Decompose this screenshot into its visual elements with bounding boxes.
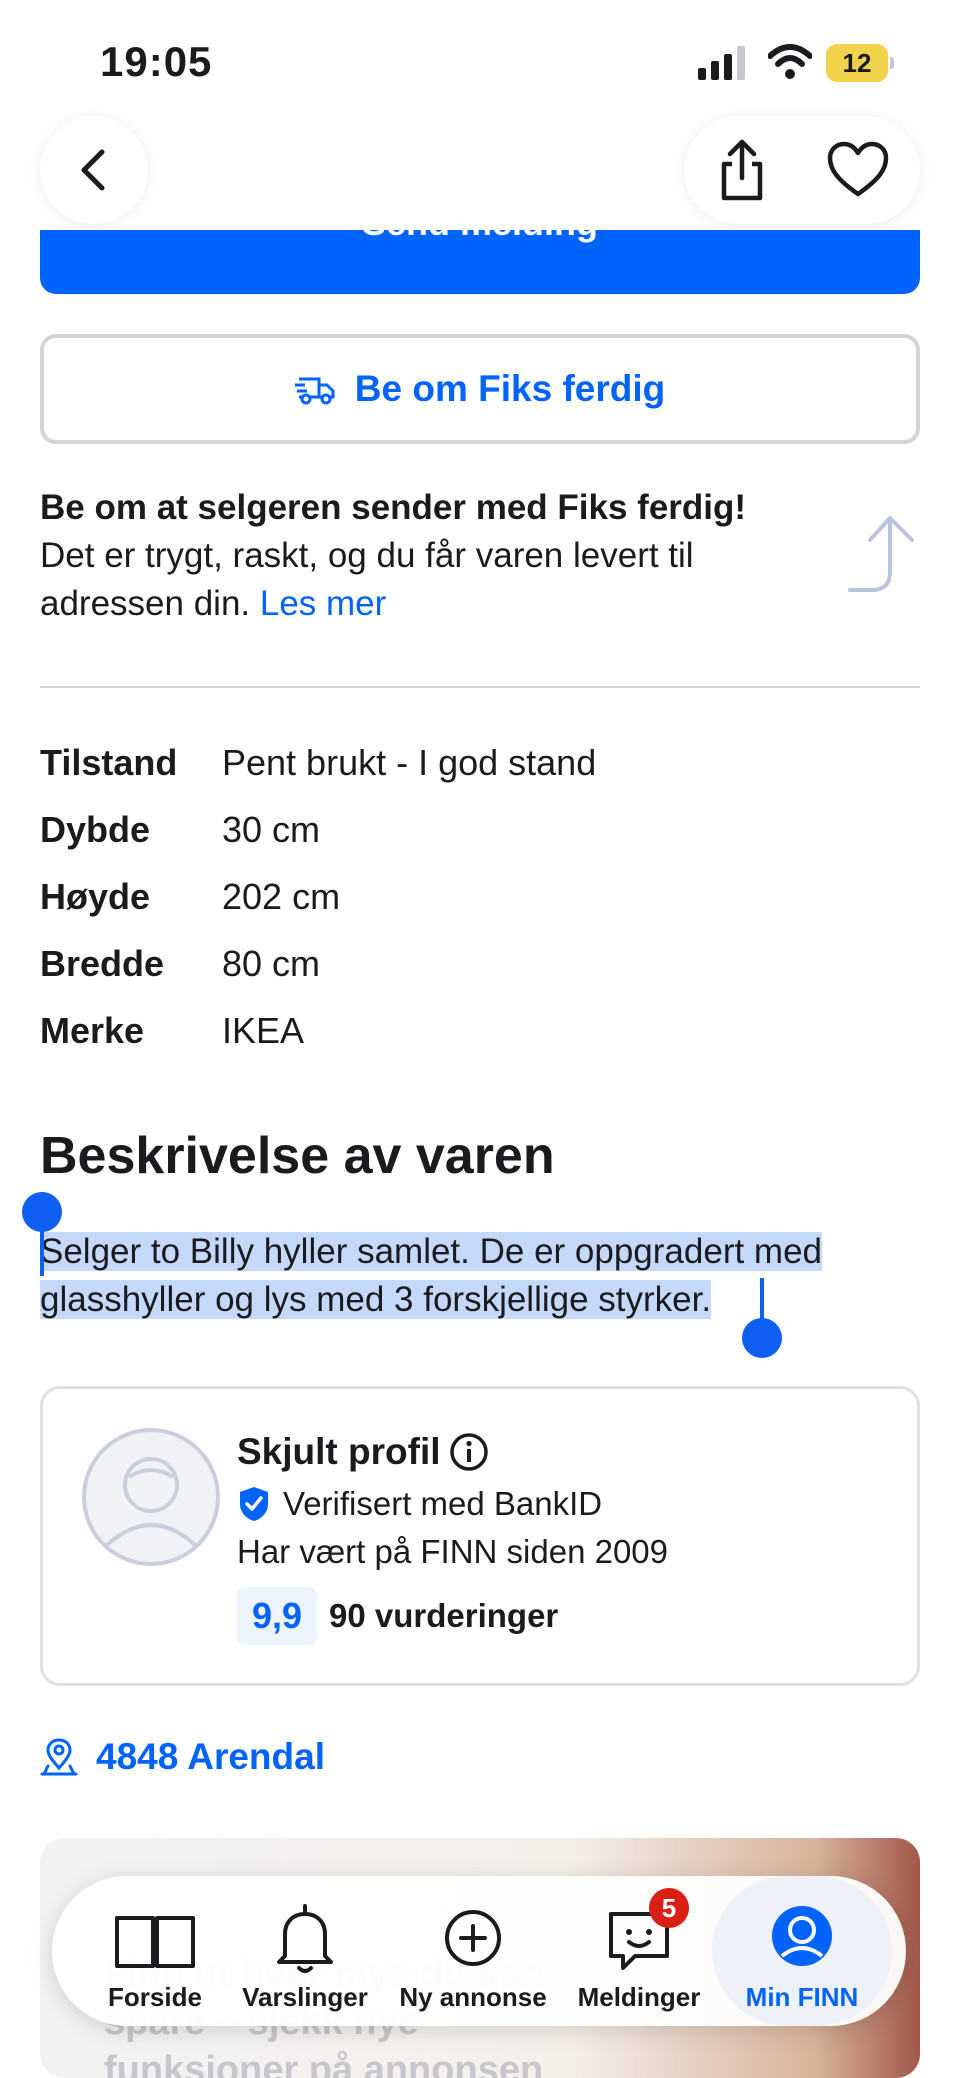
bottom-tab-bar: Forside Varslinger Ny annonse 5 Meldinge… xyxy=(52,1876,906,2026)
verified-shield-icon xyxy=(240,1487,268,1521)
fiks-ferdig-info-title: Be om at selgeren sender med Fiks ferdig… xyxy=(40,488,747,527)
curved-arrow-up-icon xyxy=(848,516,914,592)
tab-meldinger[interactable]: 5 Meldinger xyxy=(564,1876,714,2026)
battery-indicator: 12 xyxy=(826,44,894,82)
description-text[interactable]: Selger to Billy hyller samlet. De er opp… xyxy=(40,1228,900,1324)
location-text: 4848 Arendal xyxy=(96,1736,325,1777)
section-divider xyxy=(40,686,920,688)
status-bar: 19:05 12 xyxy=(0,0,960,120)
cellular-signal-icon xyxy=(698,46,745,80)
selection-start-handle[interactable] xyxy=(22,1192,62,1232)
tab-label: Forside xyxy=(108,1982,202,2012)
tab-label: Min FINN xyxy=(745,1982,859,2012)
fiks-ferdig-button[interactable]: Be om Fiks ferdig xyxy=(40,334,920,444)
heart-icon xyxy=(827,141,889,197)
spec-row: Bredde 80 cm xyxy=(40,943,920,1010)
spec-key: Bredde xyxy=(40,943,165,984)
spec-value: IKEA xyxy=(222,1010,305,1051)
tab-varslinger[interactable]: Varslinger xyxy=(230,1876,380,2026)
spec-row: Merke IKEA xyxy=(40,1010,920,1077)
tab-label: Ny annonse xyxy=(399,1982,547,2012)
tab-label: Varslinger xyxy=(242,1982,368,2012)
tab-label: Meldinger xyxy=(577,1982,701,2012)
description-title: Beskrivelse av varen xyxy=(40,1127,555,1185)
chat-icon-wrap: 5 xyxy=(597,1888,689,1980)
status-time: 19:05 xyxy=(100,38,213,85)
favorite-button[interactable] xyxy=(824,136,892,204)
fiks-ferdig-label: Be om Fiks ferdig xyxy=(354,368,666,409)
profile-icon xyxy=(772,1906,832,1966)
tab-ny-annonse[interactable]: Ny annonse xyxy=(388,1876,558,2026)
verified-text: Verifisert med BankID xyxy=(283,1485,603,1522)
spec-value: 202 cm xyxy=(222,876,341,917)
seller-name: Skjult profil xyxy=(237,1431,441,1472)
seller-profile-card[interactable]: Skjult profil Verifisert med BankID Har … xyxy=(40,1386,920,1686)
battery-level: 12 xyxy=(842,48,872,78)
book-icon xyxy=(115,1916,195,1968)
spec-row: Dybde 30 cm xyxy=(40,809,920,876)
item-specs: Tilstand Pent brukt - I god stand Dybde … xyxy=(40,742,920,1077)
unread-badge: 5 xyxy=(649,1888,689,1928)
fiks-ferdig-info: Be om at selgeren sender med Fiks ferdig… xyxy=(40,484,840,628)
tab-min-finn[interactable]: Min FINN xyxy=(712,1876,892,2026)
selection-start-caret xyxy=(40,1228,44,1276)
review-count[interactable]: 90 vurderinger xyxy=(329,1597,558,1635)
send-message-button[interactable]: Send melding xyxy=(40,230,920,294)
tab-forside[interactable]: Forside xyxy=(80,1876,230,2026)
spec-row: Høyde 202 cm xyxy=(40,876,920,943)
spec-value: 80 cm xyxy=(222,943,321,984)
member-since: Har vært på FINN siden 2009 xyxy=(237,1533,669,1570)
location-link[interactable]: 4848 Arendal xyxy=(40,1736,325,1778)
spec-key: Merke xyxy=(40,1010,145,1051)
plus-circle-icon xyxy=(445,1910,501,1966)
selected-text: Selger to Billy hyller samlet. De er opp… xyxy=(40,1232,823,1319)
map-pin-icon xyxy=(40,1738,78,1776)
read-more-link[interactable]: Les mer xyxy=(260,584,386,623)
share-button[interactable] xyxy=(708,136,776,204)
send-message-label: Send melding xyxy=(40,230,920,244)
spec-value: Pent brukt - I god stand xyxy=(222,742,597,783)
spec-row: Tilstand Pent brukt - I god stand xyxy=(40,742,920,809)
seller-name-row: Skjult profil xyxy=(237,1431,489,1473)
spec-key: Høyde xyxy=(40,876,151,917)
bell-icon xyxy=(277,1904,333,1973)
verified-row: Verifisert med BankID xyxy=(237,1485,602,1523)
wifi-icon xyxy=(768,44,812,79)
rating-badge: 9,9 xyxy=(237,1587,317,1645)
avatar-placeholder-icon xyxy=(82,1428,220,1566)
header-actions xyxy=(684,116,920,224)
chevron-left-icon xyxy=(81,149,105,191)
spec-key: Dybde xyxy=(40,809,151,850)
selection-end-handle[interactable] xyxy=(742,1318,782,1358)
spec-value: 30 cm xyxy=(222,809,321,850)
spec-key: Tilstand xyxy=(40,742,178,783)
info-icon[interactable] xyxy=(449,1432,489,1472)
back-button[interactable] xyxy=(40,116,148,224)
delivery-truck-icon xyxy=(294,377,335,405)
share-icon xyxy=(721,139,763,201)
